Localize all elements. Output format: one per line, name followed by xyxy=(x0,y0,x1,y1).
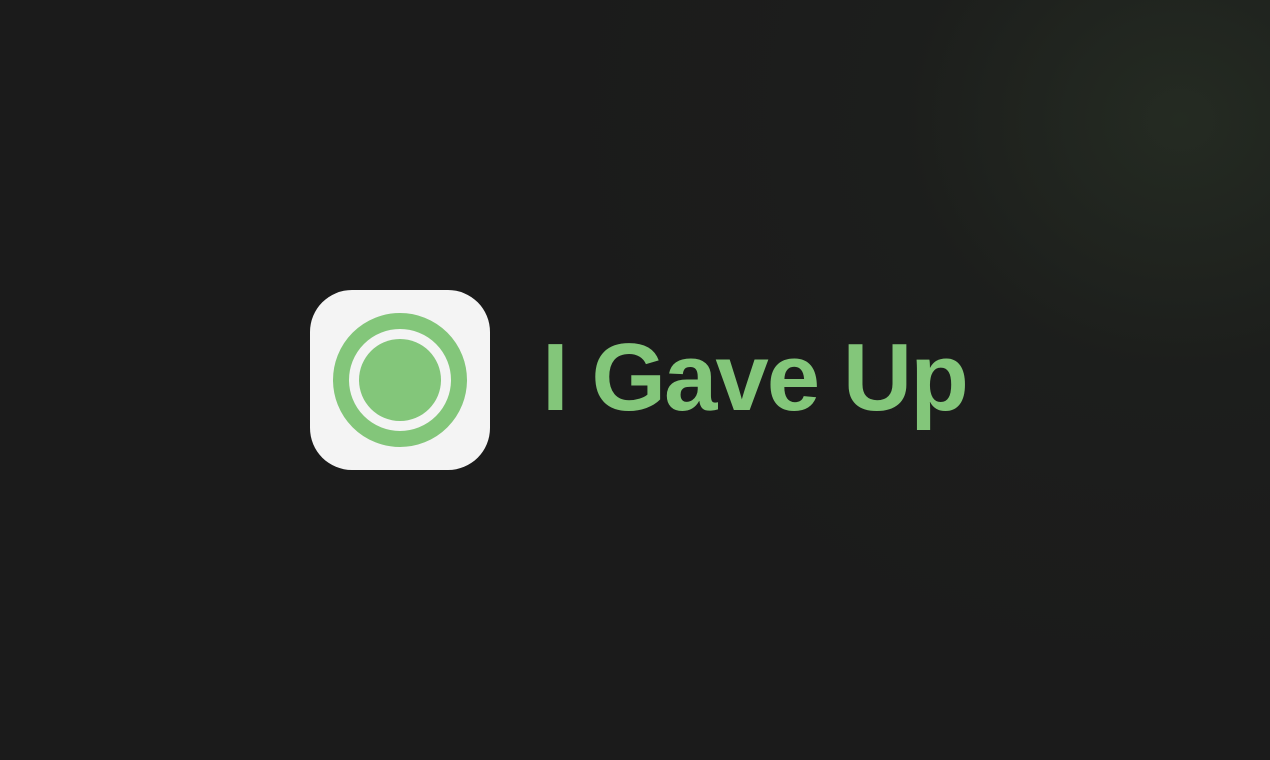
target-ring-icon xyxy=(333,313,467,447)
app-icon xyxy=(310,290,490,470)
app-name: I Gave Up xyxy=(542,324,969,431)
brand-lockup: I Gave Up xyxy=(310,290,969,470)
